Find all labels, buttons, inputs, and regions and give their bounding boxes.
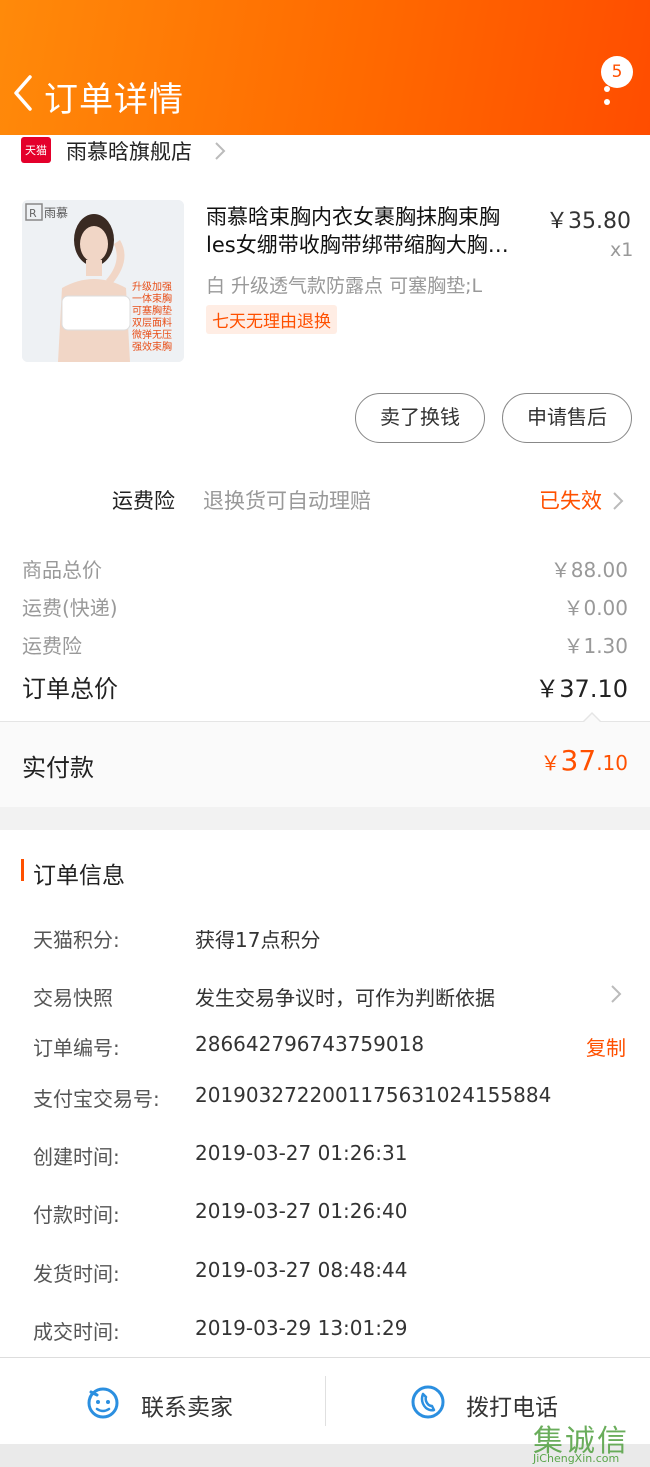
svg-text:R: R	[29, 207, 37, 220]
phone-icon	[411, 1385, 445, 1419]
store-row[interactable]: 天猫 雨慕晗旗舰店	[0, 135, 650, 169]
paid-amount-row: 实付款 ￥37.10	[0, 722, 650, 807]
tmall-logo: 天猫	[21, 137, 51, 163]
order-number-label: 订单编号:	[33, 1036, 120, 1060]
alipay-trade-row: 支付宝交易号: 2019032722001175631024155884	[33, 1083, 633, 1113]
snapshot-value: 发生交易争议时，可作为判断依据	[195, 986, 495, 1010]
alipay-trade-value: 2019032722001175631024155884	[195, 1083, 552, 1107]
tmall-logo-text: 天猫	[25, 144, 47, 157]
created-time-row: 创建时间: 2019-03-27 01:26:31	[33, 1141, 633, 1171]
store-name[interactable]: 雨慕晗旗舰店	[66, 136, 192, 166]
goods-total-row: 商品总价 ￥88.00	[22, 554, 628, 584]
shipped-time-label: 发货时间:	[33, 1262, 120, 1286]
order-total-row: 订单总价 ￥37.10	[22, 669, 628, 705]
paid-time-value: 2019-03-27 01:26:40	[195, 1199, 408, 1223]
svg-text:可塞胸垫: 可塞胸垫	[132, 304, 172, 317]
insurance-fee-row: 运费险 ￥1.30	[22, 630, 628, 660]
completed-time-label: 成交时间:	[33, 1320, 120, 1344]
shipped-time-value: 2019-03-27 08:48:44	[195, 1258, 408, 1282]
notification-badge: 5	[601, 56, 633, 88]
more-menu-button[interactable]: 5	[592, 56, 633, 112]
completed-time-row: 成交时间: 2019-03-29 13:01:29	[33, 1316, 633, 1346]
product-quantity: x1	[610, 239, 634, 261]
insurance-fee-label: 运费险	[22, 634, 82, 658]
product-price: ￥35.80	[546, 209, 631, 234]
after-sales-button[interactable]: 申请售后	[502, 393, 632, 443]
shipped-time-row: 发货时间: 2019-03-27 08:48:44	[33, 1258, 633, 1288]
svg-text:强效束胸: 强效束胸	[132, 340, 172, 353]
order-total-label: 订单总价	[22, 675, 118, 703]
created-time-label: 创建时间:	[33, 1145, 120, 1169]
product-sku: 白 升级透气款防露点 可塞胸垫;L	[206, 275, 483, 297]
paid-amount-label: 实付款	[22, 754, 94, 782]
order-total-value: ￥37.10	[535, 675, 628, 703]
order-info-section: 订单信息 天猫积分: 获得17点积分 交易快照 发生交易争议时，可作为判断依据 …	[0, 830, 650, 1357]
paid-amount-value: ￥37.10	[540, 744, 628, 777]
points-label: 天猫积分:	[33, 928, 120, 952]
svg-text:微弹无压: 微弹无压	[132, 328, 172, 341]
alipay-trade-label: 支付宝交易号:	[33, 1087, 160, 1111]
paid-time-row: 付款时间: 2019-03-27 01:26:40	[33, 1199, 633, 1229]
contact-seller-label: 联系卖家	[141, 1395, 233, 1421]
watermark-url: JiChengXin.com	[533, 1452, 620, 1465]
shipping-fee-label: 运费(快递)	[22, 596, 118, 620]
order-number-row: 订单编号: 286642796743759018 复制	[33, 1032, 633, 1062]
insurance-description: 退换货可自动理赔	[203, 489, 371, 513]
insurance-status: 已失效	[539, 489, 602, 513]
section-accent-bar	[21, 859, 24, 881]
top-nav-bar: 订单详情 5	[0, 0, 650, 135]
return-policy-tag: 七天无理由退换	[206, 305, 337, 334]
paid-time-label: 付款时间:	[33, 1203, 120, 1227]
chevron-right-icon	[613, 492, 624, 510]
sell-button[interactable]: 卖了换钱	[355, 393, 485, 443]
chevron-right-icon	[611, 985, 622, 1003]
created-time-value: 2019-03-27 01:26:31	[195, 1141, 408, 1165]
order-card: 天猫 雨慕晗旗舰店 R 雨慕 升级加强 一体束胸 可塞胸垫 双层面料 微弹无压	[0, 135, 650, 807]
product-title-line1: 雨慕晗束胸内衣女裹胸抹胸束胸	[206, 205, 500, 229]
product-image[interactable]: R 雨慕 升级加强 一体束胸 可塞胸垫 双层面料 微弹无压 强效束胸	[22, 200, 184, 362]
shipping-fee-value: ￥0.00	[563, 596, 628, 620]
chevron-right-icon	[215, 142, 226, 160]
more-dots-icon	[604, 86, 610, 112]
shipping-fee-row: 运费(快递) ￥0.00	[22, 592, 628, 622]
goods-total-label: 商品总价	[22, 558, 102, 582]
points-row: 天猫积分: 获得17点积分	[33, 924, 633, 954]
product-title[interactable]: 雨慕晗束胸内衣女裹胸抹胸束胸 les女绷带收胸带绑带缩胸大胸…	[206, 203, 531, 259]
completed-time-value: 2019-03-29 13:01:29	[195, 1316, 408, 1340]
product-image-brand: 雨慕	[44, 206, 68, 220]
divider-notch-inner	[583, 714, 601, 723]
chat-face-icon	[87, 1387, 119, 1419]
copy-button[interactable]: 复制	[586, 1032, 626, 1061]
svg-text:双层面料: 双层面料	[132, 316, 172, 329]
bottom-separator	[325, 1376, 326, 1426]
goods-total-value: ￥88.00	[550, 558, 628, 582]
svg-text:升级加强: 升级加强	[132, 281, 172, 293]
points-value: 获得17点积分	[195, 928, 321, 952]
shipping-insurance-row[interactable]: 运费险 退换货可自动理赔 已失效	[0, 481, 650, 521]
insurance-fee-value: ￥1.30	[563, 634, 628, 658]
product-title-line2: les女绷带收胸带绑带缩胸大胸…	[206, 233, 509, 257]
site-watermark: 集诚信 JiChengXin.com	[533, 1416, 650, 1467]
insurance-label: 运费险	[112, 489, 175, 513]
snapshot-label: 交易快照	[33, 986, 113, 1010]
svg-text:一体束胸: 一体束胸	[132, 292, 172, 305]
order-number-value: 286642796743759018	[195, 1032, 425, 1056]
order-info-title: 订单信息	[33, 863, 125, 889]
contact-seller-button[interactable]: 联系卖家	[85, 1376, 285, 1426]
snapshot-row[interactable]: 交易快照 发生交易争议时，可作为判断依据	[33, 982, 633, 1012]
page-title: 订单详情	[44, 80, 184, 120]
back-arrow-icon[interactable]	[10, 73, 40, 113]
